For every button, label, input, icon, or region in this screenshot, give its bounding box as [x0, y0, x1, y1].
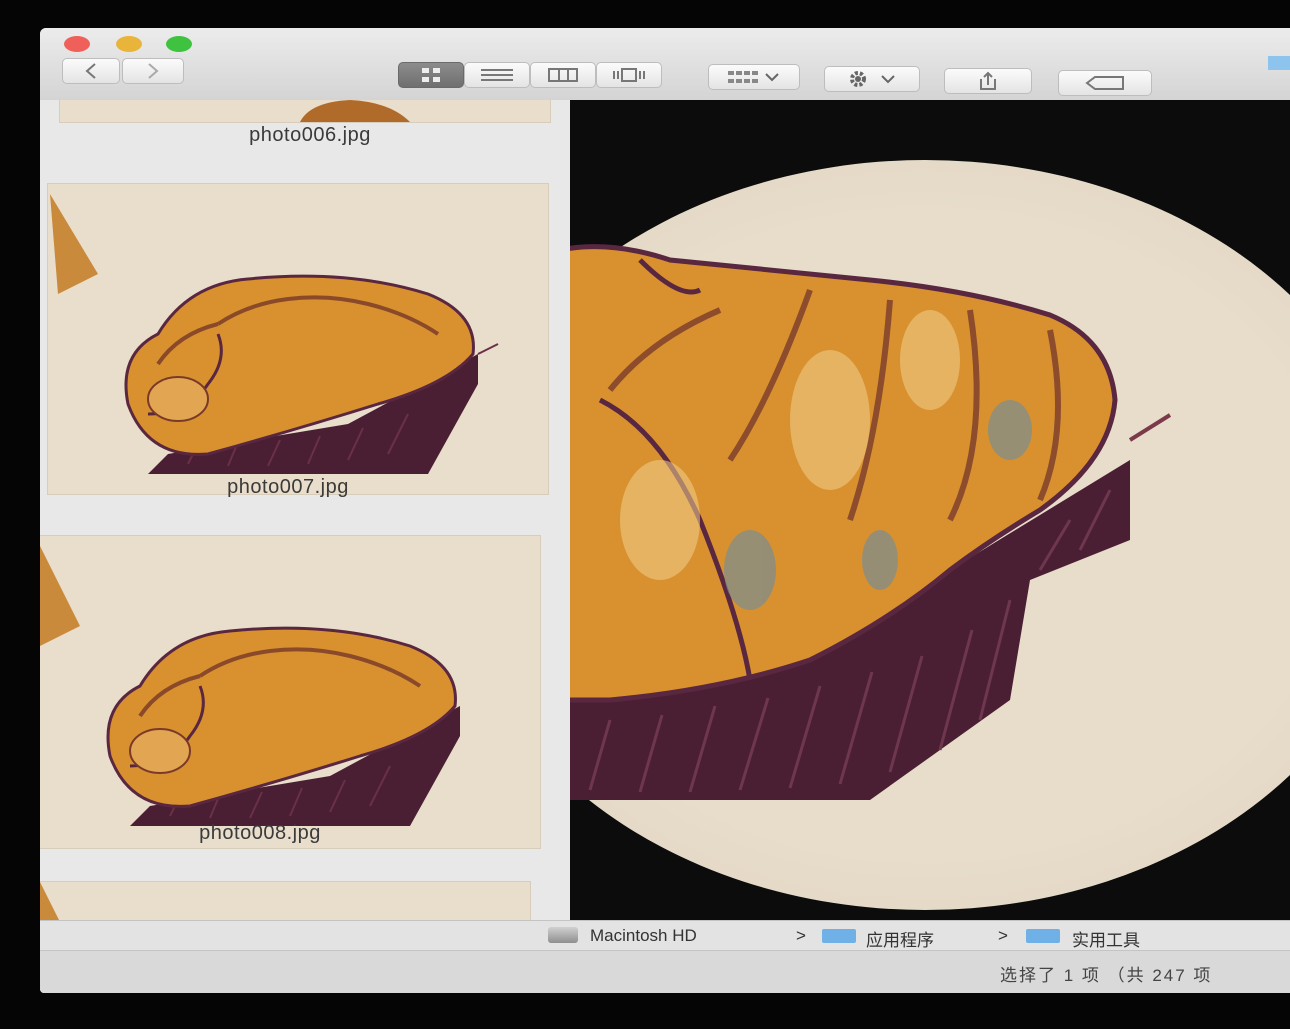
arrange-button[interactable]: [708, 64, 800, 90]
coverflow-view-icon: [612, 68, 646, 82]
path-item-utilities[interactable]: 实用工具: [1072, 926, 1140, 951]
croissant-preview-image: [570, 244, 1172, 800]
status-text: 选择了 1 项 （共 247 项: [1000, 966, 1213, 985]
chevron-right-icon: [146, 62, 160, 80]
croissant-thumbnail-image: [40, 546, 460, 826]
finder-window: photo006.jpg photo007.jpg photo008.jpg M…: [40, 28, 1290, 993]
status-bar: 选择了 1 项 （共 247 项: [40, 950, 1290, 993]
hard-drive-icon: [548, 927, 578, 943]
minimize-window-button[interactable]: [116, 36, 142, 52]
thumbnail-strip[interactable]: photo006.jpg photo007.jpg photo008.jpg: [40, 100, 570, 950]
thumbnail-photo007[interactable]: [48, 184, 548, 494]
action-button[interactable]: [824, 66, 920, 92]
thumbnail-filename: photo007.jpg: [227, 476, 349, 498]
preview-pane[interactable]: [570, 100, 1290, 950]
tags-button[interactable]: [1058, 70, 1152, 96]
view-column-button[interactable]: [530, 62, 596, 88]
thumbnail-filename: photo006.jpg: [249, 124, 371, 146]
thumbnail-photo008[interactable]: [40, 536, 540, 848]
close-window-button[interactable]: [64, 36, 90, 52]
croissant-thumbnail-image: [300, 100, 410, 122]
thumbnail-photo006[interactable]: [60, 100, 550, 122]
toolbar-overflow-indicator: [1268, 56, 1290, 70]
folder-icon: [1026, 929, 1060, 943]
path-separator: >: [796, 926, 806, 945]
path-bar: Macintosh HD > 应用程序 > 实用工具: [40, 920, 1290, 951]
icon-view-icon: [420, 67, 442, 83]
folder-icon: [822, 929, 856, 943]
path-item-macintosh-hd[interactable]: Macintosh HD: [590, 926, 697, 946]
path-separator: >: [998, 926, 1008, 945]
view-coverflow-button[interactable]: [596, 62, 662, 88]
share-button[interactable]: [944, 68, 1032, 94]
tag-icon: [1085, 75, 1125, 91]
chevron-left-icon: [84, 62, 98, 80]
column-view-icon: [548, 68, 578, 82]
toolbar: [40, 28, 1290, 101]
share-icon: [977, 71, 999, 91]
view-list-button[interactable]: [464, 62, 530, 88]
back-button[interactable]: [62, 58, 120, 84]
gear-icon: [842, 69, 902, 89]
grid-arrange-icon: [726, 69, 782, 85]
croissant-thumbnail-image: [50, 194, 499, 474]
thumbnail-filename: photo008.jpg: [199, 822, 321, 844]
view-icon-button[interactable]: [398, 62, 464, 88]
forward-button[interactable]: [122, 58, 184, 84]
zoom-window-button[interactable]: [166, 36, 192, 52]
list-view-icon: [480, 68, 514, 82]
path-item-applications[interactable]: 应用程序: [866, 926, 934, 951]
